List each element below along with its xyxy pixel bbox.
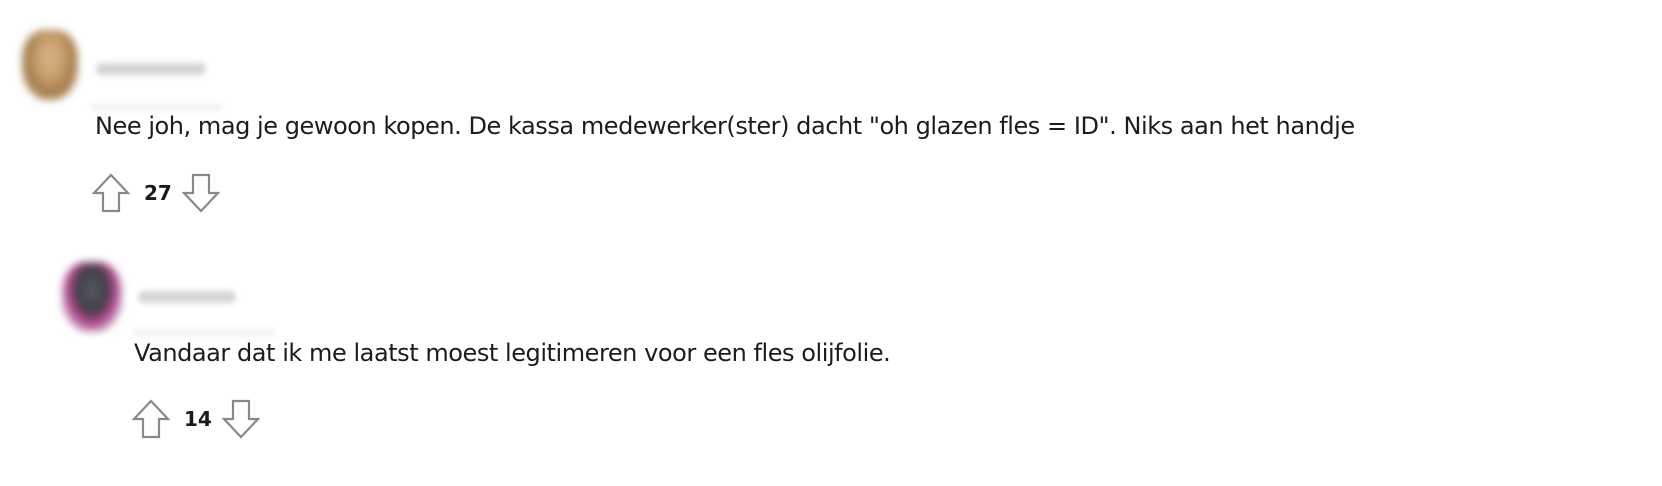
- arrow-up-outline-icon: [132, 399, 170, 439]
- user-avatar-icon[interactable]: [22, 30, 78, 100]
- arrow-down-outline-icon: [181, 173, 220, 213]
- arrow-down-outline-icon: [221, 399, 260, 439]
- downvote-button[interactable]: [181, 172, 220, 214]
- user-avatar-icon[interactable]: [62, 262, 122, 332]
- comment-text: Vandaar dat ik me laatst moest legitimer…: [134, 339, 891, 367]
- comment-text: Nee joh, mag je gewoon kopen. De kassa m…: [95, 112, 1355, 140]
- vote-controls: 14: [132, 398, 260, 440]
- vote-controls: 27: [92, 172, 220, 214]
- username-blurred[interactable]: [96, 63, 206, 75]
- arrow-up-outline-icon: [92, 173, 130, 213]
- upvote-button[interactable]: [92, 172, 130, 214]
- vote-score: 27: [144, 181, 172, 205]
- downvote-button[interactable]: [221, 398, 260, 440]
- username-blurred[interactable]: [138, 291, 236, 303]
- comment-meta-blurred: [134, 330, 274, 336]
- vote-score: 14: [184, 407, 212, 431]
- upvote-button[interactable]: [132, 398, 170, 440]
